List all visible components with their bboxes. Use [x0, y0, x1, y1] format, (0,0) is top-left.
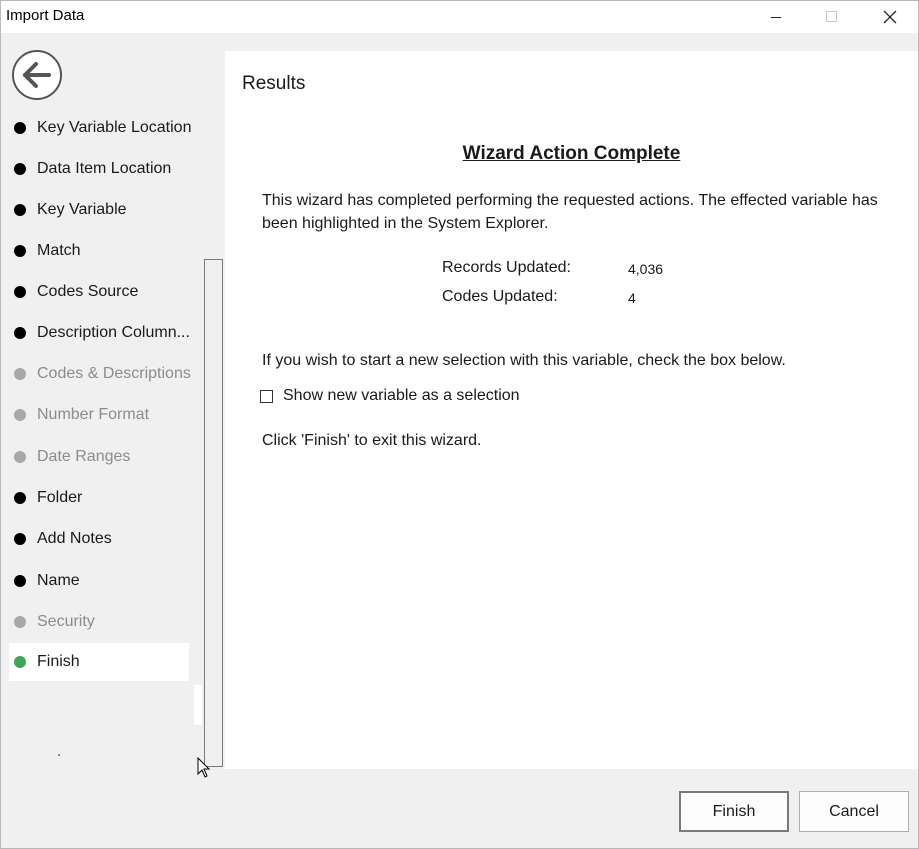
sidebar-item-description-column[interactable]: Description Column... [9, 314, 190, 352]
import-data-window: Import Data Key Variable Location Data It… [0, 0, 919, 849]
sidebar-item-data-item-location[interactable]: Data Item Location [9, 150, 189, 188]
step-status-dot-icon [14, 616, 26, 628]
step-status-dot-icon [14, 451, 26, 463]
step-status-dot-icon [14, 575, 26, 587]
step-status-dot-icon [14, 163, 26, 175]
cancel-button[interactable]: Cancel [799, 791, 909, 832]
step-status-dot-icon [14, 368, 26, 380]
mouse-cursor-icon [197, 756, 211, 784]
sidebar-item-key-variable[interactable]: Key Variable [9, 191, 189, 229]
records-updated-value: 4,036 [628, 261, 664, 277]
sidebar-item-security: Security [9, 603, 189, 641]
sidebar-item-add-notes[interactable]: Add Notes [9, 520, 189, 558]
sidebar-item-label: Key Variable [37, 201, 127, 218]
selection-prompt: If you wish to start a new selection wit… [262, 352, 786, 369]
sidebar-item-date-ranges: Date Ranges [9, 438, 189, 476]
sidebar-item-finish[interactable]: Finish [9, 643, 189, 681]
completion-description: This wizard has completed performing the… [262, 192, 878, 232]
sidebar-item-label: Description Column... [37, 324, 190, 341]
codes-updated-value: 4 [628, 290, 636, 306]
sidebar-item-label: Codes Source [37, 283, 139, 300]
show-selection-label[interactable]: Show new variable as a selection [283, 387, 520, 405]
sidebar-item-name[interactable]: Name [9, 562, 189, 600]
finish-hint: Click 'Finish' to exit this wizard. [262, 432, 482, 449]
title-bar: Import Data [1, 1, 918, 33]
sidebar-item-label: Name [37, 572, 80, 589]
step-status-dot-icon [14, 245, 26, 257]
step-status-dot-icon [14, 327, 26, 339]
sidebar-speck [58, 754, 60, 756]
wizard-complete-heading: Wizard Action Complete [462, 143, 681, 164]
sidebar-item-label: Number Format [37, 406, 150, 423]
codes-updated-label: Codes Updated: [442, 288, 558, 305]
back-arrow-icon [12, 50, 62, 100]
step-status-dot-icon [14, 492, 26, 504]
step-status-dot-icon [14, 204, 26, 216]
step-status-dot-icon [14, 656, 26, 668]
close-icon [883, 10, 897, 24]
back-button[interactable] [11, 49, 63, 101]
step-status-dot-icon [14, 533, 26, 545]
records-updated-label: Records Updated: [442, 259, 571, 276]
minimize-button[interactable] [753, 1, 799, 33]
show-selection-option[interactable]: Show new variable as a selection [260, 387, 520, 405]
sidebar-item-label: Codes & Descriptions [37, 365, 191, 382]
sidebar-item-codes-descriptions: Codes & Descriptions [9, 355, 191, 393]
sidebar-item-codes-source[interactable]: Codes Source [9, 273, 189, 311]
maximize-button[interactable] [809, 1, 855, 33]
sidebar-item-match[interactable]: Match [9, 232, 189, 270]
sidebar-item-label: Folder [37, 489, 83, 506]
step-status-dot-icon [14, 122, 26, 134]
section-title: Results [242, 73, 306, 94]
sidebar-item-label: Date Ranges [37, 448, 131, 465]
finish-button[interactable]: Finish [679, 791, 789, 832]
sidebar-item-label: Data Item Location [37, 160, 172, 177]
sidebar-scrollbar[interactable] [204, 259, 223, 767]
wizard-steps-sidebar: Key Variable Location Data Item Location K… [1, 33, 225, 769]
sidebar-item-label: Key Variable Location [37, 119, 192, 136]
sidebar-item-label: Security [37, 613, 95, 630]
window-title: Import Data [6, 7, 85, 24]
show-selection-checkbox[interactable] [260, 389, 273, 403]
sidebar-item-label: Finish [37, 653, 80, 670]
sidebar-item-number-format: Number Format [9, 396, 189, 434]
sidebar-item-label: Match [37, 242, 81, 259]
close-button[interactable] [867, 1, 913, 33]
minimize-icon [771, 17, 781, 18]
sidebar-item-key-variable-location[interactable]: Key Variable Location [9, 109, 192, 147]
sidebar-edge [194, 685, 202, 725]
sidebar-item-label: Add Notes [37, 530, 112, 547]
step-status-dot-icon [14, 409, 26, 421]
sidebar-item-folder[interactable]: Folder [9, 479, 189, 517]
results-panel: Results Wizard Action Complete This wiza… [225, 51, 918, 769]
step-status-dot-icon [14, 286, 26, 298]
maximize-icon [826, 11, 837, 22]
